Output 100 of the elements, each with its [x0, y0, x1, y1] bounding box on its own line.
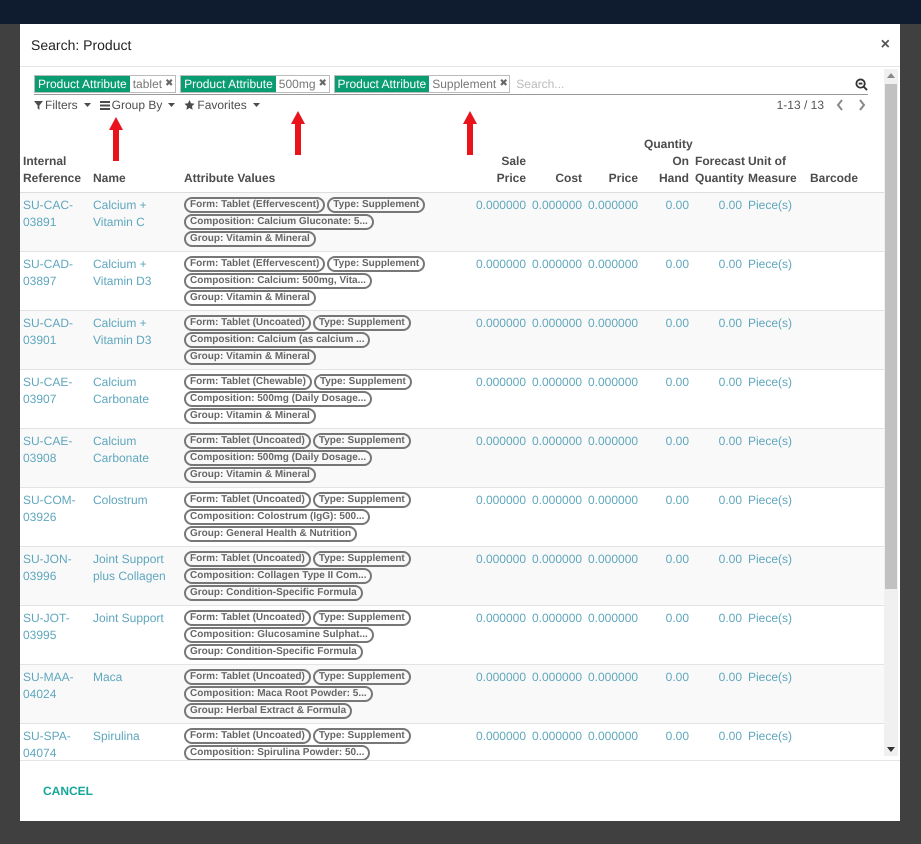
table-cell: SU-COM-03926: [23, 493, 76, 524]
remove-icon[interactable]: ✖: [318, 76, 326, 92]
attribute-tag: Form: Tablet (Effervescent): [184, 256, 326, 272]
arrow-icon: [463, 111, 477, 155]
facet-label: Product Attribute: [334, 76, 430, 92]
attribute-tag: Form: Tablet (Uncoated): [184, 551, 311, 567]
attribute-tag: Group: Vitamin & Mineral: [184, 467, 316, 483]
table-cell: 0.00: [718, 552, 742, 566]
column-header[interactable]: Sale Price: [474, 153, 526, 187]
table-cell: 0.000000: [476, 375, 526, 389]
facet-label: Product Attribute: [35, 76, 130, 92]
attribute-tag: Type: Supplement: [327, 197, 426, 213]
dropdown-toggle[interactable]: Favorites: [184, 98, 260, 112]
attribute-tag: Type: Supplement: [312, 433, 411, 449]
remove-icon[interactable]: ✖: [165, 76, 174, 92]
attribute-tag: Group: Condition-Specific Formula: [184, 644, 363, 660]
table-cell: 0.00: [666, 434, 689, 448]
scroll-down-icon[interactable]: [887, 747, 895, 752]
table-cell: 0.000000: [588, 257, 638, 271]
attribute-tag: Form: Tablet (Uncoated): [184, 728, 311, 744]
caret-icon: [84, 103, 91, 107]
attribute-tag: Composition: Maca Root Powder: 5...: [184, 686, 373, 702]
table-cell: 0.00: [666, 670, 689, 684]
table-cell: 0.00: [666, 493, 689, 507]
attribute-tag: Composition: 500mg (Daily Dosage...: [184, 391, 372, 407]
attribute-tag: Group: Vitamin & Mineral: [184, 231, 316, 247]
table-cell: Spirulina: [93, 729, 140, 743]
table-cell: Piece(s): [748, 552, 792, 566]
table-cell: Piece(s): [748, 316, 792, 330]
close-button[interactable]: ×: [880, 36, 890, 54]
table-cell: SU-CAD-03901: [23, 316, 73, 347]
table-cell: 0.000000: [532, 552, 582, 566]
attribute-tag: Type: Supplement: [312, 669, 411, 685]
column-header[interactable]: Cost: [532, 170, 582, 187]
table-cell: 0.000000: [588, 434, 638, 448]
attribute-tag: Form: Tablet (Uncoated): [184, 669, 311, 685]
table-cell: 0.000000: [476, 198, 526, 212]
column-header[interactable]: Name: [93, 170, 178, 187]
table-cell: Piece(s): [748, 611, 792, 625]
table-cell: 0.000000: [532, 198, 582, 212]
attribute-tag: Group: Condition-Specific Formula: [184, 585, 363, 601]
arrow-icon: [109, 117, 123, 161]
table-cell: Joint Support plus Collagen: [93, 552, 166, 583]
attribute-tag: Composition: Spirulina Powder: 50...: [184, 745, 370, 760]
table-cell: SU-CAE-03908: [23, 434, 72, 465]
table-cell: 0.00: [666, 729, 689, 743]
column-header[interactable]: Unit of Measure: [748, 153, 804, 187]
caret-icon: [168, 103, 176, 107]
table-cell: 0.000000: [476, 729, 526, 743]
table-cell: 0.000000: [532, 729, 582, 743]
table-cell: 0.00: [666, 375, 689, 389]
table-cell: 0.000000: [532, 257, 582, 271]
table-cell: 0.000000: [588, 198, 638, 212]
attribute-tag: Composition: Calcium (as calcium ...: [184, 332, 370, 348]
column-header[interactable]: Attribute Values: [184, 170, 468, 187]
table-cell: SU-JOT-03995: [23, 611, 70, 642]
dialog-title: Search: Product: [31, 37, 132, 53]
attribute-tag: Form: Tablet (Uncoated): [184, 433, 311, 449]
table-cell: Calcium + Vitamin D3: [93, 257, 152, 288]
attribute-tag: Group: General Health & Nutrition: [184, 526, 358, 542]
table-cell: 0.000000: [476, 611, 526, 625]
table-cell: SU-CAD-03897: [23, 257, 73, 288]
column-header[interactable]: Internal Reference: [23, 153, 87, 187]
table-cell: Piece(s): [748, 198, 792, 212]
dropdown-toggle[interactable]: Filters: [34, 98, 91, 112]
attribute-tag: Group: Herbal Extract & Formula: [184, 703, 352, 719]
column-header[interactable]: Price: [588, 170, 638, 187]
table-cell: 0.00: [718, 493, 742, 507]
table-cell: 0.00: [718, 198, 742, 212]
attribute-tag: Form: Tablet (Uncoated): [184, 315, 311, 331]
remove-icon[interactable]: ✖: [499, 76, 508, 92]
table-cell: 0.00: [718, 670, 742, 684]
table-cell: 0.000000: [476, 434, 526, 448]
table-cell: 0.000000: [588, 316, 638, 330]
table-cell: Joint Support: [93, 611, 164, 625]
column-header[interactable]: Barcode: [810, 170, 881, 187]
table-cell: 0.000000: [532, 375, 582, 389]
attribute-tag: Type: Supplement: [312, 492, 411, 508]
table-cell: 0.00: [666, 198, 689, 212]
facet-value: 500mg: [278, 76, 316, 92]
attribute-tag: Type: Supplement: [312, 315, 411, 331]
attribute-tag: Composition: Collagen Type II Com...: [184, 568, 372, 584]
facet-value: Supplement: [432, 76, 496, 92]
table-cell: Piece(s): [748, 670, 792, 684]
scrollbar[interactable]: [884, 69, 898, 756]
search-icon[interactable]: [855, 78, 868, 90]
attribute-tag: Type: Supplement: [312, 551, 411, 567]
dropdown-toggle[interactable]: Group By: [100, 98, 176, 112]
star-icon: [184, 100, 196, 110]
attribute-tag: Form: Tablet (Chewable): [184, 374, 312, 390]
table-cell: 0.000000: [588, 670, 638, 684]
filter-icon: [34, 100, 43, 110]
table-cell: Piece(s): [748, 729, 792, 743]
scroll-up-icon[interactable]: [887, 73, 895, 78]
table-cell: 0.00: [718, 729, 742, 743]
table-cell: 0.000000: [532, 493, 582, 507]
table-cell: SU-JON-03996: [23, 552, 72, 583]
table-cell: Piece(s): [748, 257, 792, 271]
caret-icon: [252, 103, 260, 107]
table-cell: 0.00: [666, 257, 689, 271]
